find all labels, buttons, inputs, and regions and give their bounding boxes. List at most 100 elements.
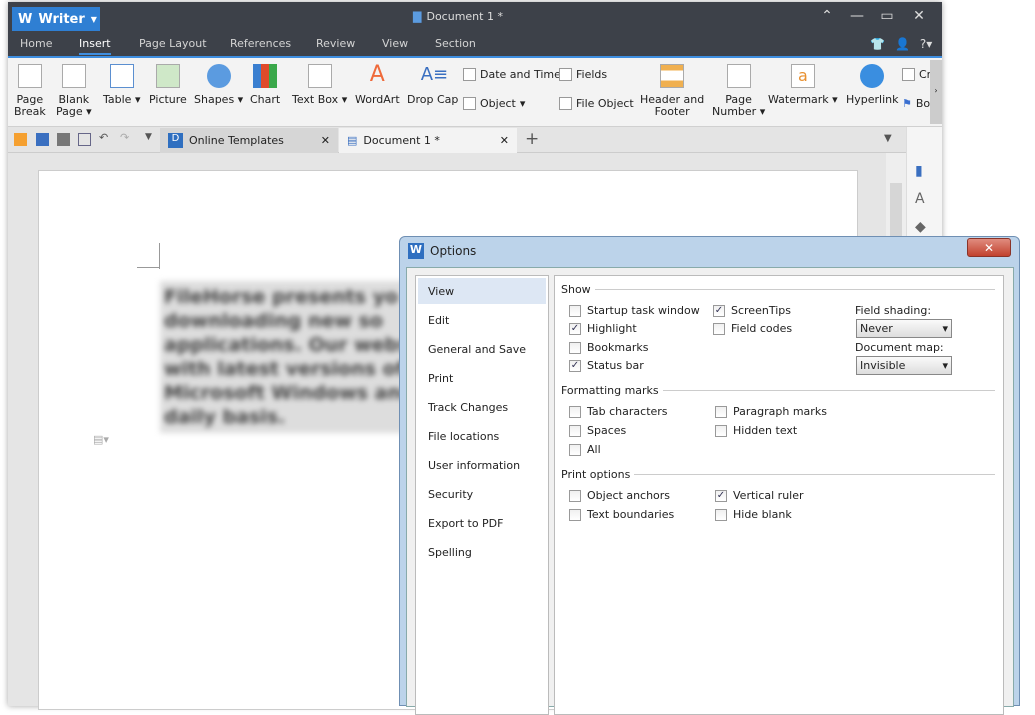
tab-home[interactable]: Home	[20, 37, 52, 50]
category-export-pdf[interactable]: Export to PDF	[418, 510, 546, 536]
checkbox-bookmarks[interactable]: Bookmarks	[569, 341, 648, 354]
checkbox[interactable]	[715, 424, 727, 437]
checkbox-text-boundaries[interactable]: Text boundaries	[569, 508, 674, 521]
checkbox[interactable]	[569, 424, 581, 437]
checkbox[interactable]	[569, 304, 581, 317]
undo-icon[interactable]: ↶	[99, 131, 108, 144]
category-edit[interactable]: Edit	[418, 307, 546, 333]
checkbox-checked[interactable]: ✓	[569, 322, 581, 335]
chart-button[interactable]: Chart	[250, 64, 280, 106]
checkbox[interactable]	[713, 322, 725, 335]
scroll-thumb[interactable]	[890, 183, 902, 243]
category-general-save[interactable]: General and Save	[418, 336, 546, 362]
checkbox-field-codes[interactable]: Field codes	[713, 322, 792, 335]
document-map-select[interactable]: Invisible ▾	[856, 356, 952, 375]
tab-section[interactable]: Section	[435, 37, 476, 50]
tab-page-layout[interactable]: Page Layout	[139, 37, 207, 50]
checkbox[interactable]	[569, 508, 581, 521]
tab-insert[interactable]: Insert	[79, 37, 111, 55]
user-icon[interactable]: 👤	[895, 37, 910, 51]
text-box-button[interactable]: Text Box ▾	[292, 64, 347, 106]
blank-page-button[interactable]: Blank Page ▾	[56, 64, 92, 118]
category-file-locations[interactable]: File locations	[418, 423, 546, 449]
category-security[interactable]: Security	[418, 481, 546, 507]
field-shading-select[interactable]: Never ▾	[856, 319, 952, 338]
fields-button[interactable]: Fields	[559, 68, 607, 81]
category-user-information[interactable]: User information	[418, 452, 546, 478]
checkbox-checked[interactable]: ✓	[569, 359, 581, 372]
tab-document-1[interactable]: ▤ Document 1 * ✕	[339, 128, 517, 153]
close-tab-icon[interactable]: ✕	[500, 134, 509, 147]
cross-reference-button[interactable]: Cr	[902, 68, 931, 81]
page-number-button[interactable]: Page Number ▾	[712, 64, 765, 118]
category-print[interactable]: Print	[418, 365, 546, 391]
tab-review[interactable]: Review	[316, 37, 355, 50]
save-icon[interactable]	[36, 133, 49, 146]
checkbox-hide-blank[interactable]: Hide blank	[715, 508, 792, 521]
checkbox[interactable]	[569, 341, 581, 354]
styles-icon[interactable]: A	[915, 191, 934, 207]
bookmark-button[interactable]: ⚑ Bo	[902, 97, 930, 110]
open-icon[interactable]	[14, 133, 27, 146]
checkbox-vertical-ruler[interactable]: ✓ Vertical ruler	[715, 489, 804, 502]
checkbox-highlight[interactable]: ✓ Highlight	[569, 322, 637, 335]
checkbox-screentips[interactable]: ✓ ScreenTips	[713, 304, 791, 317]
checkbox[interactable]	[569, 443, 581, 456]
header-footer-button[interactable]: Header and Footer	[640, 64, 704, 118]
category-track-changes[interactable]: Track Changes	[418, 394, 546, 420]
label: ScreenTips	[731, 304, 791, 317]
redo-icon[interactable]: ↷	[120, 131, 129, 144]
page-icon[interactable]: ▮	[915, 163, 934, 179]
checkbox[interactable]	[569, 489, 581, 502]
shapes-panel-icon[interactable]: ◆	[915, 219, 934, 235]
skin-icon[interactable]: 👕	[870, 37, 885, 51]
checkbox-tab-characters[interactable]: Tab characters	[569, 405, 668, 418]
hyperlink-button[interactable]: Hyperlink	[846, 64, 899, 106]
watermark-button[interactable]: a Watermark ▾	[768, 64, 838, 106]
dialog-close-button[interactable]: ✕	[967, 238, 1011, 257]
checkbox-status-bar[interactable]: ✓ Status bar	[569, 359, 644, 372]
page-break-button[interactable]: Page Break	[14, 64, 46, 118]
app-menu-button[interactable]: W Writer ▼	[12, 7, 100, 31]
quick-access-dropdown[interactable]: ▼	[145, 132, 152, 142]
category-spelling[interactable]: Spelling	[418, 539, 546, 565]
close-tab-icon[interactable]: ✕	[321, 134, 330, 147]
tab-view[interactable]: View	[382, 37, 408, 50]
checkbox-startup-task-window[interactable]: Startup task window	[569, 304, 700, 317]
table-button[interactable]: Table ▾	[103, 64, 140, 106]
checkbox-checked[interactable]: ✓	[713, 304, 725, 317]
wordart-button[interactable]: A WordArt	[355, 64, 400, 106]
close-button[interactable]: ✕	[906, 8, 932, 24]
checkbox[interactable]	[569, 405, 581, 418]
checkbox-paragraph-marks[interactable]: Paragraph marks	[715, 405, 827, 418]
checkbox[interactable]	[715, 508, 727, 521]
checkbox-object-anchors[interactable]: Object anchors	[569, 489, 670, 502]
checkbox-checked[interactable]: ✓	[715, 489, 727, 502]
checkbox[interactable]	[715, 405, 727, 418]
new-tab-button[interactable]: +	[525, 129, 539, 149]
checkbox-spaces[interactable]: Spaces	[569, 424, 626, 437]
shapes-button[interactable]: Shapes ▾	[194, 64, 243, 106]
paragraph-options-icon[interactable]: ▤▾	[93, 433, 109, 446]
ribbon-scroll-right[interactable]: ›	[930, 60, 942, 124]
print-preview-icon[interactable]	[78, 133, 91, 146]
collapse-ribbon-button[interactable]: ⌃	[814, 8, 840, 24]
tab-references[interactable]: References	[230, 37, 291, 50]
print-icon[interactable]	[57, 133, 70, 146]
label: Shapes	[194, 93, 235, 106]
minimize-button[interactable]: —	[844, 8, 870, 24]
tab-list-icon[interactable]: ▼	[884, 133, 892, 144]
label: Text Box	[292, 93, 339, 106]
file-object-button[interactable]: File Object	[559, 97, 634, 110]
category-view[interactable]: View	[418, 278, 546, 304]
maximize-button[interactable]: ▭	[874, 8, 900, 24]
watermark-icon: a	[790, 64, 815, 88]
help-icon[interactable]: ?▾	[920, 37, 932, 51]
picture-button[interactable]: Picture	[149, 64, 187, 106]
object-button[interactable]: Object ▾	[463, 97, 525, 110]
checkbox-all[interactable]: All	[569, 443, 601, 456]
date-time-button[interactable]: Date and Time	[463, 68, 561, 81]
drop-cap-button[interactable]: A≡ Drop Cap	[407, 64, 458, 106]
tab-online-templates[interactable]: D Online Templates ✕	[160, 128, 338, 153]
checkbox-hidden-text[interactable]: Hidden text	[715, 424, 797, 437]
